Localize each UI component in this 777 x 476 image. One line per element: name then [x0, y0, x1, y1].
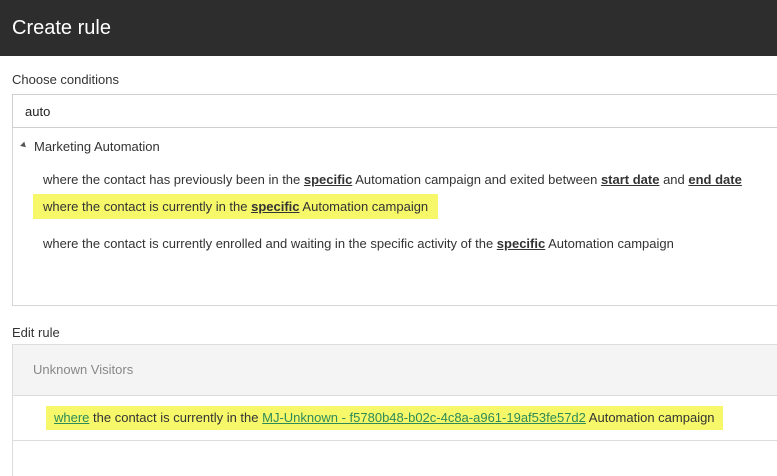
condition-text: Automation campaign and exited between	[352, 172, 601, 187]
rule-group-header: Unknown Visitors	[12, 344, 777, 396]
condition-text: where the contact has previously been in…	[43, 172, 304, 187]
condition-text: where the contact is currently in the	[43, 199, 252, 214]
rule-expression: where the contact is currently in the MJ…	[46, 406, 723, 430]
category-label: Marketing Automation	[34, 139, 160, 154]
specific-link[interactable]: specific	[304, 172, 352, 187]
end-date-link[interactable]: end date	[688, 172, 741, 187]
start-date-link[interactable]: start date	[601, 172, 660, 187]
rule-text: Automation campaign	[585, 410, 715, 425]
rule-group-name: Unknown Visitors	[33, 362, 134, 377]
conditions-tree-panel: Marketing Automation where the contact h…	[12, 128, 777, 306]
condition-text: Automation campaign	[299, 199, 429, 214]
dialog-title: Create rule	[12, 17, 111, 39]
specific-link[interactable]: specific	[251, 199, 299, 214]
condition-text: where the contact is currently enrolled …	[43, 236, 497, 251]
condition-currently-in-campaign[interactable]: where the contact is currently in the sp…	[33, 194, 439, 219]
condition-previously-in-campaign[interactable]: where the contact has previously been in…	[43, 172, 742, 187]
collapse-caret-icon[interactable]	[20, 141, 28, 150]
highlight: where the contact is currently in the sp…	[33, 194, 439, 219]
specific-link[interactable]: specific	[497, 236, 545, 251]
campaign-link[interactable]: MJ-Unknown - f5780b48-b02c-4c8a-a961-19a…	[262, 410, 586, 425]
condition-text: Automation campaign	[545, 236, 674, 251]
category-marketing-automation[interactable]: Marketing Automation	[20, 139, 160, 154]
dialog-header: Create rule	[0, 0, 777, 56]
conditions-search-input[interactable]	[12, 94, 777, 128]
rule-divider	[12, 440, 777, 441]
condition-text: and	[659, 172, 689, 187]
rule-text: the contact is currently in the	[89, 410, 263, 425]
edit-rule-label: Edit rule	[12, 325, 60, 340]
where-link[interactable]: where	[54, 410, 89, 425]
condition-enrolled-waiting[interactable]: where the contact is currently enrolled …	[43, 236, 674, 251]
choose-conditions-label: Choose conditions	[12, 72, 119, 87]
